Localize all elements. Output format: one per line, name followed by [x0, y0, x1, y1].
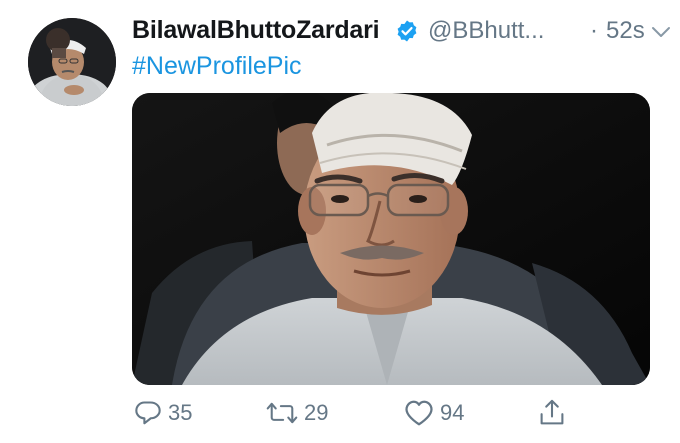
avatar-image	[28, 18, 116, 106]
chevron-down-icon[interactable]	[650, 24, 672, 40]
photo-image	[132, 93, 650, 385]
retweet-button[interactable]: 29	[266, 395, 328, 431]
heart-icon	[405, 400, 433, 426]
like-count: 94	[440, 400, 465, 425]
reply-icon	[135, 401, 161, 425]
reply-count: 35	[168, 400, 193, 425]
tweet-header: BilawalBhuttoZardari @BBhutt... · 52s	[132, 14, 670, 48]
separator-dot: ·	[590, 17, 598, 44]
tweet-photo[interactable]	[132, 93, 650, 385]
reply-button[interactable]: 35	[134, 395, 192, 431]
tweet-actions: 35 29 94	[132, 395, 650, 435]
like-button[interactable]: 94	[404, 395, 464, 431]
tweet[interactable]: BilawalBhuttoZardari @BBhutt... · 52s #N…	[0, 0, 680, 443]
share-icon	[540, 399, 564, 425]
retweet-icon	[266, 402, 298, 424]
avatar[interactable]	[28, 18, 116, 106]
tweet-timestamp[interactable]: 52s	[606, 17, 645, 45]
retweet-count: 29	[304, 400, 329, 425]
user-handle[interactable]: @BBhutt...	[428, 17, 544, 45]
share-button[interactable]	[538, 395, 566, 431]
verified-badge-icon	[397, 20, 417, 42]
hashtag-link[interactable]: #NewProfilePic	[132, 52, 302, 81]
display-name[interactable]: BilawalBhuttoZardari	[132, 16, 380, 45]
